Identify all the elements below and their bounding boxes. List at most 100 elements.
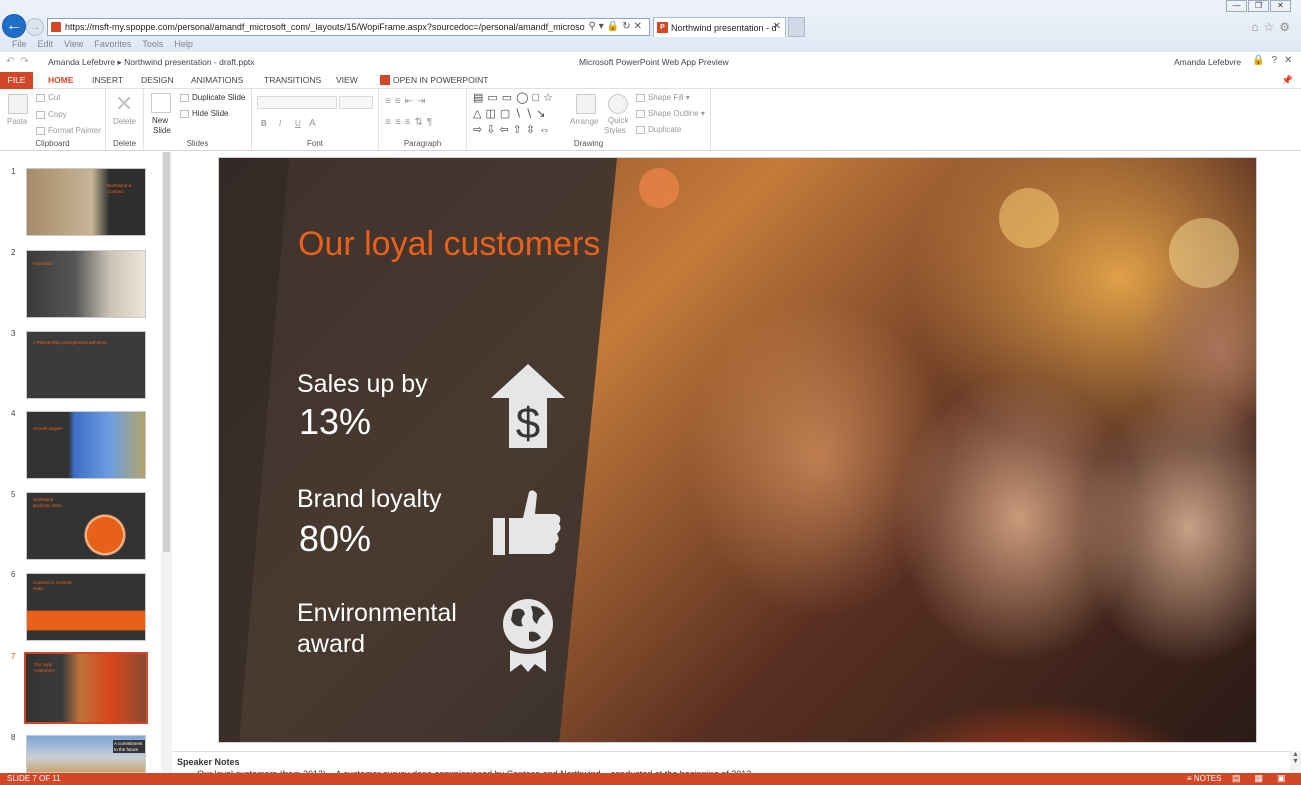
shape-outline-button[interactable]: Shape Outline ▾ (636, 109, 705, 118)
browser-tab[interactable]: P Northwind presentation - d... ✕ (653, 17, 786, 37)
slide-thumbnail-3[interactable]: A Partnership strengthened with time (26, 331, 146, 399)
tab-view[interactable]: VIEW (336, 72, 358, 89)
normal-view-icon[interactable]: ▤ (1232, 773, 1255, 783)
thumbnail-number: 7 (11, 652, 16, 661)
new-tab-button[interactable] (788, 17, 805, 37)
breadcrumb-user[interactable]: Amanda Lefebvre (48, 57, 115, 67)
favorites-star-icon[interactable]: ☆ (1263, 20, 1279, 34)
duplicate-slide-button[interactable]: Duplicate Slide (180, 93, 245, 102)
stat-brand-loyalty-value[interactable]: 80% (299, 519, 371, 559)
restore-button[interactable]: ❐ (1248, 0, 1269, 12)
tab-file[interactable]: FILE (0, 72, 33, 89)
redo-icon[interactable]: ↷ (20, 56, 34, 67)
stat-sales-label[interactable]: Sales up by (297, 369, 428, 400)
pin-ribbon-icon[interactable]: 📌 (1282, 75, 1293, 86)
minimize-button[interactable]: — (1226, 0, 1247, 12)
browser-toolbar-icons: ⌂☆⚙ (1251, 20, 1295, 34)
stat-brand-loyalty-label[interactable]: Brand loyalty (297, 484, 442, 515)
tab-design[interactable]: DESIGN (141, 72, 174, 89)
dollar-up-arrow-icon: $ (491, 364, 565, 448)
list-buttons[interactable]: ≡≡⇤⇥ (385, 96, 429, 107)
shapes-row-2[interactable]: △◫▢∖∖↘ (473, 107, 549, 120)
group-label: Paragraph (403, 139, 442, 148)
tab-insert[interactable]: INSERT (92, 72, 123, 89)
thumbnails-scrollbar[interactable] (161, 152, 172, 772)
slide-thumbnail-8[interactable]: A commitment to the future (26, 735, 146, 773)
menu-file[interactable]: File (12, 38, 27, 52)
settings-gear-icon[interactable]: ⚙ (1279, 20, 1295, 34)
slide-thumbnail-6[interactable]: Contoso in Contoso sales (26, 573, 146, 641)
new-slide-button[interactable]: New (152, 116, 168, 125)
quick-styles-button[interactable]: Quick (608, 116, 628, 125)
stat-sales-value[interactable]: 13% (299, 402, 371, 442)
reading-view-icon[interactable]: ▣ (1277, 773, 1300, 783)
close-icon[interactable]: ✕ (1284, 55, 1299, 66)
menu-help[interactable]: Help (174, 38, 193, 52)
tab-transitions[interactable]: TRANSITIONS (264, 72, 321, 89)
thumbnail-number: 6 (11, 570, 16, 579)
underline-button[interactable]: U (295, 119, 301, 128)
font-size-select[interactable] (339, 96, 373, 109)
tab-close-icon[interactable]: ✕ (773, 21, 781, 32)
home-icon[interactable]: ⌂ (1251, 20, 1263, 34)
arrange-button[interactable]: Arrange (570, 117, 598, 126)
bold-button[interactable]: B (261, 119, 267, 128)
speaker-notes-pane[interactable]: Speaker Notes Our loyal customers (from … (173, 751, 1290, 774)
tab-open-in-powerpoint[interactable]: OPEN IN POWERPOINT (393, 72, 488, 89)
scrollbar-thumb[interactable] (163, 152, 170, 552)
undo-icon[interactable]: ↶ (6, 56, 20, 67)
tab-home[interactable]: HOME (48, 72, 74, 89)
slide-thumbnail-4[interactable]: Growth targets (26, 411, 146, 479)
shape-fill-button[interactable]: Shape Fill ▾ (636, 93, 690, 102)
address-bar[interactable]: https://msft-my.spoppe.com/personal/aman… (47, 18, 650, 36)
quick-styles-button-line2[interactable]: Styles (604, 126, 626, 135)
close-window-button[interactable]: ✕ (1270, 0, 1291, 12)
shapes-row-1[interactable]: ▤▭▭◯□☆ (473, 91, 557, 104)
font-name-select[interactable] (257, 96, 337, 109)
slide-title[interactable]: Our loyal customers (298, 224, 618, 265)
ribbon-tabs: FILE HOME INSERT DESIGN ANIMATIONS TRANS… (0, 72, 1301, 89)
new-slide-icon (151, 93, 171, 113)
menu-favorites[interactable]: Favorites (94, 38, 131, 52)
hide-slide-button[interactable]: Hide Slide (180, 109, 228, 118)
menu-view[interactable]: View (64, 38, 83, 52)
address-url[interactable]: https://msft-my.spoppe.com/personal/aman… (65, 22, 585, 32)
group-drawing: ▤▭▭◯□☆ △◫▢∖∖↘ ⇨⇩⇦⇧⇳⇔ Arrange Quick Style… (467, 89, 711, 150)
duplicate-shape-button[interactable]: Duplicate (636, 125, 681, 134)
slide-thumbnail-1[interactable]: Northwind & Contoso (26, 168, 146, 236)
thumbnail-number: 3 (11, 329, 16, 338)
thumbnail-number: 4 (11, 409, 16, 418)
notes-toggle-button[interactable]: ≡ NOTES (1187, 774, 1221, 783)
forward-button[interactable]: → (26, 18, 44, 36)
thumbnail-number: 2 (11, 248, 16, 257)
help-icon[interactable]: ? (1271, 55, 1284, 66)
thumbnail-title: Northwind products 2012 (33, 497, 62, 508)
stat-environmental-label[interactable]: Environmental (297, 598, 457, 629)
shapes-row-3[interactable]: ⇨⇩⇦⇧⇳⇔ (473, 123, 554, 136)
cut-button[interactable]: Cut (36, 93, 60, 102)
align-buttons[interactable]: ≡≡≡⇅¶ (385, 117, 436, 128)
stat-environmental-label-line2[interactable]: award (297, 629, 365, 660)
format-painter-button[interactable]: Format Painter (36, 126, 101, 135)
copy-button[interactable]: Copy (36, 110, 67, 119)
slide-thumbnail-7[interactable]: Our loyal customers (24, 652, 148, 724)
lock-icon[interactable]: 🔒 (1252, 55, 1271, 66)
font-color-button[interactable]: A (309, 118, 316, 129)
user-name[interactable]: Amanda Lefebvre (1174, 57, 1241, 67)
slide-thumbnail-2[interactable]: Fast facts (26, 250, 146, 318)
thumbs-up-icon (493, 490, 561, 555)
paste-button[interactable]: Paste (7, 117, 27, 126)
delete-button[interactable]: Delete (113, 117, 136, 126)
slide-thumbnail-5[interactable]: Northwind products 2012 (26, 492, 146, 560)
notes-scrollbar[interactable]: ▲ ▼ (1290, 751, 1301, 773)
current-slide[interactable]: Our loyal customers Sales up by 13% $ Br… (218, 157, 1257, 743)
slide-sorter-icon[interactable]: ▦ (1255, 773, 1278, 783)
tab-animations[interactable]: ANIMATIONS (191, 72, 243, 89)
menu-edit[interactable]: Edit (38, 38, 54, 52)
back-button[interactable]: ← (2, 14, 26, 38)
italic-button[interactable]: I (279, 119, 281, 128)
address-actions[interactable]: ⚲▾🔒↻✕ (588, 21, 645, 32)
new-slide-button-line2[interactable]: Slide (153, 126, 171, 135)
ribbon: Paste Cut Copy Format Painter Clipboard … (0, 89, 1301, 151)
menu-tools[interactable]: Tools (142, 38, 163, 52)
